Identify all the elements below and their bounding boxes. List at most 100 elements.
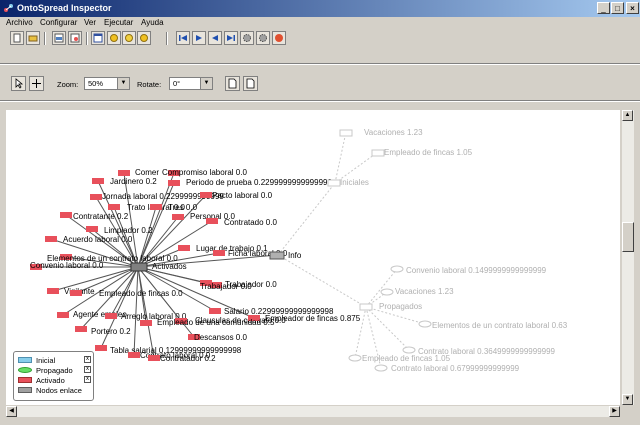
active-node bbox=[57, 312, 69, 318]
skip-back-icon bbox=[179, 35, 187, 41]
last-button[interactable] bbox=[224, 31, 238, 45]
toolbar-separator bbox=[44, 32, 46, 45]
active-node-label: Limpiador 0.2 bbox=[104, 226, 153, 235]
divider bbox=[0, 100, 640, 102]
faded-node bbox=[371, 149, 385, 157]
graph-canvas[interactable]: Comer Compromiso laboral 0.0 Jardinero 0.2… bbox=[6, 110, 620, 405]
hub-label: Activados bbox=[152, 262, 187, 271]
info-node bbox=[269, 251, 285, 260]
config-icon bbox=[70, 33, 80, 43]
ontology-button[interactable] bbox=[52, 31, 66, 45]
rotate-select[interactable]: 0° ▼ bbox=[169, 77, 213, 90]
select-tool-button[interactable] bbox=[11, 76, 26, 91]
menu-ejecutar[interactable]: Ejecutar bbox=[104, 18, 133, 27]
horizontal-scrollbar[interactable]: ◀ ▶ bbox=[6, 406, 620, 417]
legend-checkbox[interactable]: x bbox=[84, 376, 91, 383]
faded-node-label: Empleado de fincas 1.05 bbox=[362, 354, 451, 363]
active-node-label: Comer bbox=[135, 168, 159, 177]
propagados-node bbox=[359, 303, 373, 311]
active-node bbox=[47, 288, 59, 294]
active-node bbox=[86, 226, 98, 232]
graph-svg[interactable]: Comer Compromiso laboral 0.0 Jardinero 0.2… bbox=[6, 110, 620, 405]
rotate-label: Rotate: bbox=[137, 80, 162, 89]
yellow-icon bbox=[140, 34, 148, 42]
scroll-down-button[interactable]: ▼ bbox=[622, 394, 633, 405]
active-node bbox=[148, 355, 160, 361]
faded-node bbox=[418, 320, 432, 328]
skip-forward-icon bbox=[227, 35, 235, 41]
title-bar: OntoSpread Inspector _ □ × bbox=[0, 0, 640, 17]
menu-archivo[interactable]: Archivo bbox=[6, 18, 33, 27]
yellow-1-button[interactable] bbox=[107, 31, 121, 45]
menu-ayuda[interactable]: Ayuda bbox=[141, 18, 164, 27]
active-node-label: Agente empleo bbox=[73, 310, 127, 319]
active-node-label: Contratador 0.2 bbox=[160, 354, 216, 363]
first-button[interactable] bbox=[176, 31, 190, 45]
move-tool-button[interactable] bbox=[29, 76, 44, 91]
stop-icon bbox=[275, 34, 283, 42]
page-1-button[interactable] bbox=[225, 76, 240, 91]
app-icon bbox=[4, 4, 13, 12]
active-node-label: Convenio laboral 0.0 bbox=[30, 261, 104, 270]
active-node bbox=[206, 218, 218, 224]
scroll-left-button[interactable]: ◀ bbox=[6, 406, 17, 417]
menu-configurar[interactable]: Configurar bbox=[40, 18, 77, 27]
legend-checkbox[interactable]: x bbox=[84, 366, 91, 373]
open-folder-icon bbox=[28, 35, 38, 42]
view-button[interactable] bbox=[91, 31, 105, 45]
back-button[interactable] bbox=[208, 31, 222, 45]
legend-checkbox[interactable]: x bbox=[84, 356, 91, 363]
active-node-label: Tres 0.0 bbox=[168, 203, 198, 212]
settings-file-button[interactable] bbox=[68, 31, 82, 45]
faded-edge bbox=[334, 131, 347, 184]
active-node-label: Acuerdo laboral 0.0 bbox=[63, 235, 133, 244]
zoom-select[interactable]: 50% ▼ bbox=[84, 77, 130, 90]
play-icon bbox=[196, 35, 202, 41]
open-file-button[interactable] bbox=[26, 31, 40, 45]
vertical-scrollbar[interactable]: ▲ ▼ bbox=[622, 110, 634, 405]
active-node bbox=[60, 212, 72, 218]
faded-node-label: Convenio laboral 0.1499999999999999 bbox=[406, 266, 547, 275]
yellow-3-button[interactable] bbox=[137, 31, 151, 45]
scroll-right-button[interactable]: ▶ bbox=[609, 406, 620, 417]
page-2-button[interactable] bbox=[243, 76, 258, 91]
faded-node-label: Vacaciones 1.23 bbox=[395, 287, 454, 296]
gear-2-button[interactable] bbox=[256, 31, 270, 45]
legend-swatch bbox=[18, 377, 32, 383]
active-node bbox=[209, 308, 221, 314]
legend-item: Activado x bbox=[18, 376, 92, 386]
stop-button[interactable] bbox=[272, 31, 286, 45]
scroll-thumb[interactable] bbox=[622, 222, 634, 252]
legend-item: Propagado x bbox=[18, 366, 92, 376]
faded-node bbox=[348, 354, 362, 362]
new-file-icon bbox=[13, 33, 21, 43]
legend-label: Inicial bbox=[36, 356, 56, 365]
maximize-button[interactable]: □ bbox=[611, 2, 624, 14]
yellow-icon bbox=[110, 34, 118, 42]
new-file-button[interactable] bbox=[10, 31, 24, 45]
active-node bbox=[95, 345, 107, 351]
active-node bbox=[92, 178, 104, 184]
close-button[interactable]: × bbox=[626, 2, 639, 14]
faded-node bbox=[402, 346, 416, 354]
active-node bbox=[178, 245, 190, 251]
propagados-label: Propagados bbox=[379, 302, 422, 311]
options-bar: Zoom: 50% ▼ Rotate: 0° ▼ bbox=[0, 74, 640, 94]
legend-label: Activado bbox=[36, 376, 65, 385]
play-button[interactable] bbox=[192, 31, 206, 45]
menu-ver[interactable]: Ver bbox=[84, 18, 96, 27]
minimize-button[interactable]: _ bbox=[597, 2, 610, 14]
active-node bbox=[90, 194, 102, 200]
legend-label: Propagado bbox=[36, 366, 73, 375]
active-node bbox=[45, 236, 57, 242]
active-node-label: Descansos 0.0 bbox=[194, 333, 247, 342]
active-node-label: Portero 0.2 bbox=[91, 327, 131, 336]
yellow-2-button[interactable] bbox=[122, 31, 136, 45]
faded-node-label: Empleado de fincas 1.05 bbox=[384, 148, 473, 157]
chevron-down-icon: ▼ bbox=[200, 78, 212, 89]
info-label: Info bbox=[288, 251, 302, 260]
active-node bbox=[118, 170, 130, 176]
toolbar-separator bbox=[86, 32, 88, 45]
gear-1-button[interactable] bbox=[240, 31, 254, 45]
scroll-up-button[interactable]: ▲ bbox=[622, 110, 633, 121]
